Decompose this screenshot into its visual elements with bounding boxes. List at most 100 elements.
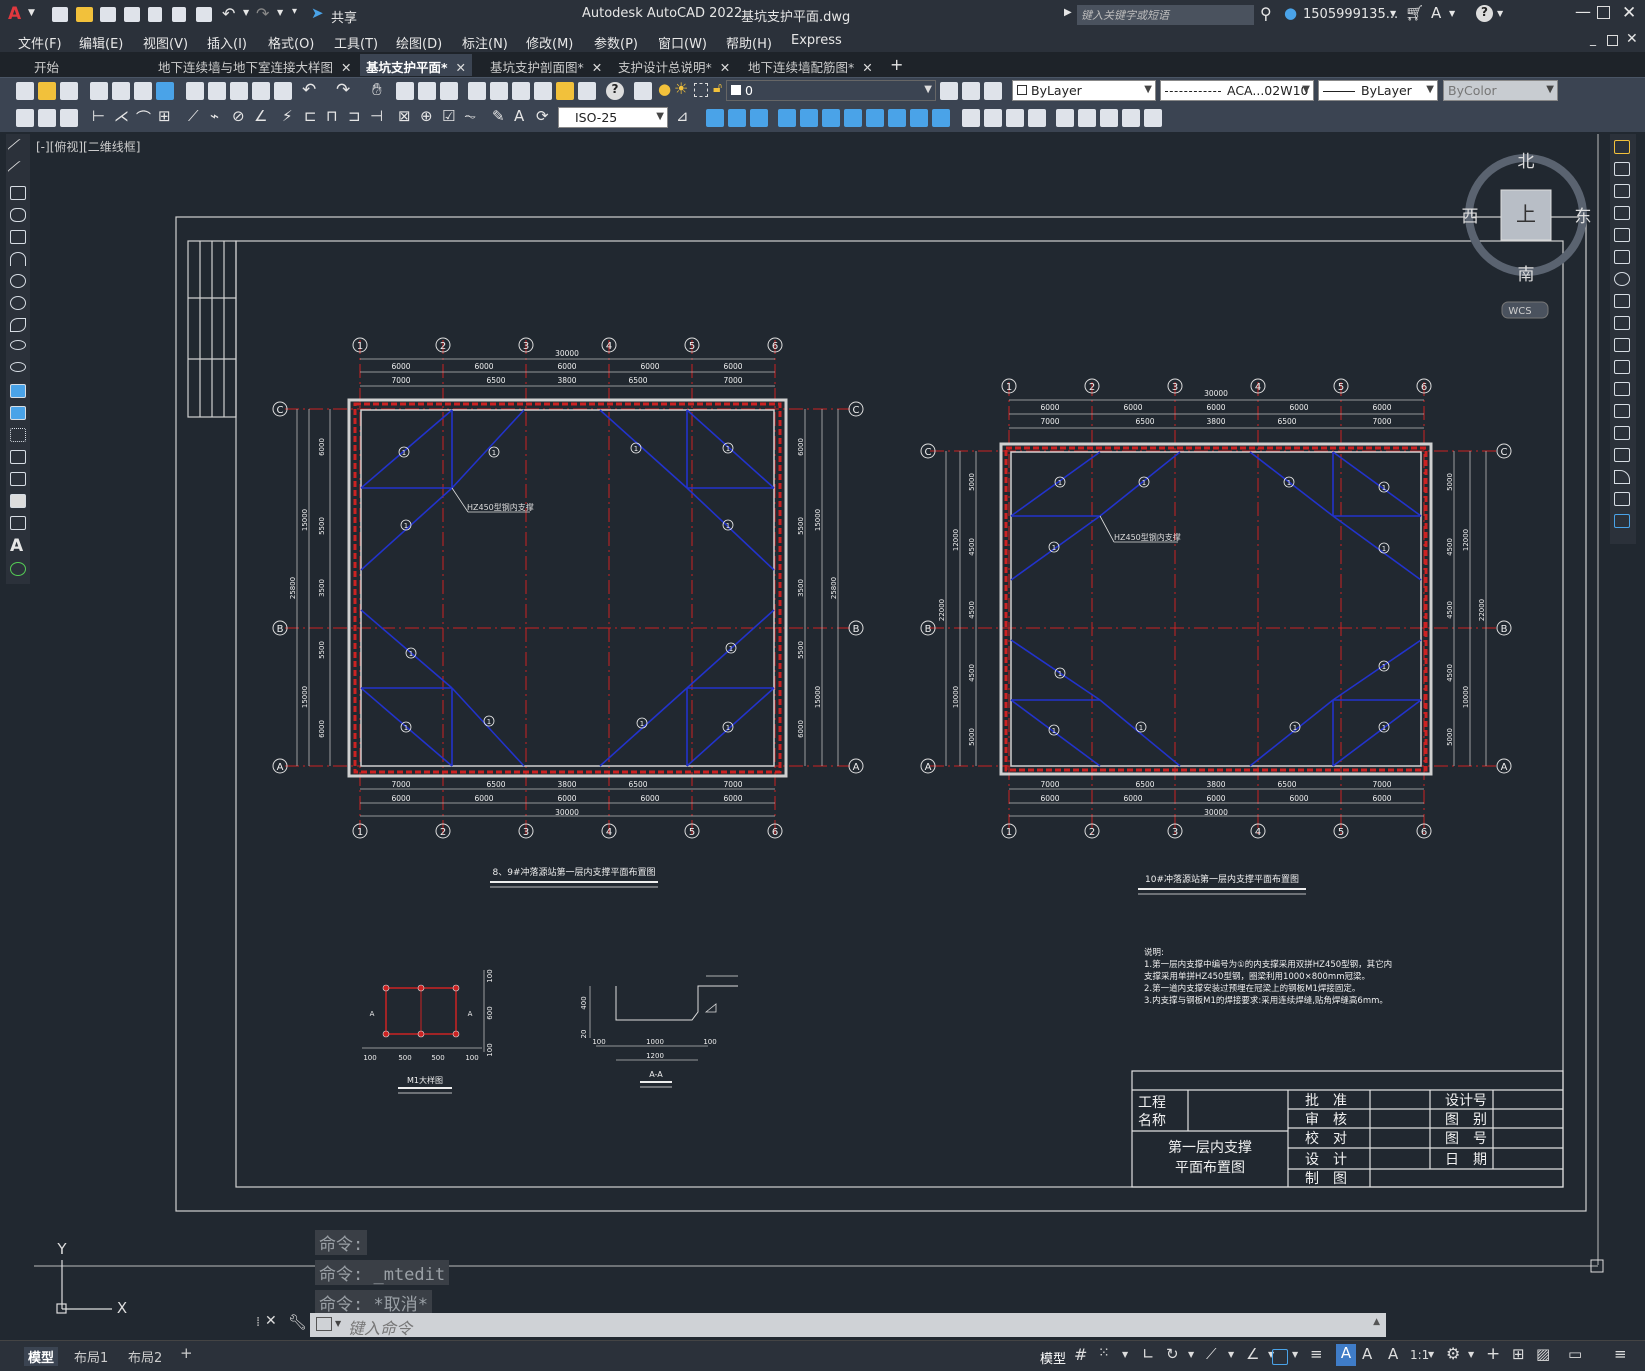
model-space-toggle[interactable]: 模型	[1040, 1348, 1066, 1367]
grid-icon[interactable]: #	[1074, 1345, 1087, 1364]
command-placeholder: 键入命令	[348, 1319, 413, 1338]
dim-text: 6000	[1123, 794, 1142, 803]
dim-text: 4500	[1446, 538, 1454, 556]
layout-tab-model[interactable]: 模型	[24, 1347, 59, 1366]
command-history-line: 命令: _mtedit	[315, 1260, 450, 1285]
axis-4: 4	[606, 827, 612, 838]
dim-text: 3500	[318, 579, 326, 597]
dim-text: 6000	[1123, 403, 1142, 412]
command-prompt-icon[interactable]	[316, 1317, 332, 1331]
dim-text: 4500	[968, 664, 976, 682]
axis-b: B	[853, 624, 860, 635]
notes-line: 支撑采用单拼HZ450型钢，圈梁利用1000×800mm冠梁。	[1144, 971, 1370, 982]
dim-text: 5000	[968, 473, 976, 491]
layout-tab-2[interactable]: 布局2	[128, 1347, 162, 1366]
dim-text: 7000	[723, 780, 742, 789]
drawing-canvas[interactable]: 1111 1 111 11 1 1 HZ450型钢内支撑 1 2 3 4 5 6 1 …	[0, 0, 1645, 1371]
isolate-objects-icon[interactable]: ▭	[1568, 1345, 1582, 1363]
svg-text:1: 1	[1139, 724, 1143, 732]
viewcube-north[interactable]: 北	[1518, 152, 1535, 172]
dim-text: 6500	[1277, 780, 1296, 789]
command-grip-icon[interactable]: ⁞	[256, 1315, 260, 1330]
axis-4: 4	[1255, 827, 1261, 838]
workspace-gear-icon[interactable]: ⚙	[1446, 1344, 1460, 1363]
annotation-scale-icon[interactable]: A	[1388, 1345, 1398, 1363]
dim-text: 4500	[1446, 664, 1454, 682]
annotation-scale-value[interactable]: 1:1	[1410, 1348, 1429, 1362]
svg-text:1: 1	[1142, 479, 1146, 487]
detail-m1: 100 500 500 100 100 600 100 A A M1大样图	[362, 969, 494, 1094]
plan-1: 1111 1 111 11 1 1 HZ450型钢内支撑 1 2 3 4 5 6 1 …	[272, 337, 864, 888]
axis-3: 3	[523, 341, 529, 352]
command-close-icon[interactable]: ✕	[265, 1313, 277, 1329]
notes-line: 3.内支撑与钢板M1的焊接要求:采用连续焊缝,贴角焊缝高6mm。	[1144, 995, 1388, 1006]
dim-text: 6000	[1040, 403, 1059, 412]
dim-text: 6000	[1289, 794, 1308, 803]
add-layout-icon[interactable]: +	[180, 1344, 193, 1362]
dim-text: 6000	[318, 438, 326, 456]
isodraft-icon[interactable]: ⟋	[1206, 1345, 1217, 1363]
role-label: 校 对	[1305, 1130, 1347, 1147]
chevron-down-icon[interactable]: ▼	[335, 1319, 341, 1328]
svg-text:1: 1	[1052, 544, 1056, 552]
customize-wrench-icon[interactable]: 🔧︎	[288, 1313, 307, 1331]
notes-heading: 说明:	[1144, 947, 1164, 958]
field-label: 日 期	[1445, 1152, 1487, 1168]
command-scroll-icon[interactable]: ▲	[1373, 1317, 1380, 1327]
ortho-icon[interactable]: ∟	[1142, 1345, 1155, 1363]
dim-text: 3800	[557, 780, 576, 789]
svg-text:1: 1	[726, 724, 730, 732]
polar-icon[interactable]: ↻	[1166, 1345, 1179, 1363]
chevron-down-icon[interactable]: ▼	[1228, 1350, 1234, 1359]
hardware-accel-icon[interactable]: ▨	[1536, 1345, 1550, 1363]
chevron-down-icon[interactable]: ▼	[1188, 1350, 1194, 1359]
viewcube-south[interactable]: 南	[1518, 265, 1535, 285]
dim-text: 7000	[1372, 780, 1391, 789]
dim-text: 6000	[1206, 403, 1225, 412]
dim-text: 6500	[628, 780, 647, 789]
svg-text:1: 1	[1058, 479, 1062, 487]
axis-2: 2	[1089, 827, 1095, 838]
dim-text: 30000	[555, 349, 579, 358]
object-snap-tracking-icon[interactable]: ∠	[1246, 1345, 1259, 1363]
svg-text:1: 1	[729, 645, 733, 653]
dim-text: 3800	[1206, 417, 1225, 426]
object-snap-icon[interactable]	[1272, 1349, 1288, 1365]
chevron-down-icon[interactable]: ▼	[1122, 1350, 1128, 1359]
chevron-down-icon[interactable]: ▼	[1292, 1350, 1298, 1359]
svg-text:1: 1	[1382, 545, 1386, 553]
axis-c: C	[925, 447, 932, 458]
dim-text: 30000	[1204, 808, 1228, 817]
wcs-menu[interactable]: WCS	[1508, 306, 1531, 317]
dim-text: 100	[363, 1054, 376, 1062]
axis-2: 2	[1089, 382, 1095, 393]
dim-text: 15000	[301, 686, 309, 708]
lineweight-icon[interactable]: ≡	[1310, 1345, 1323, 1363]
dim-text: 22000	[1478, 599, 1486, 621]
dim-text: 500	[398, 1054, 411, 1062]
snap-icon[interactable]: ⁙	[1098, 1345, 1110, 1361]
detail2-title: A-A	[649, 1070, 663, 1079]
chevron-down-icon[interactable]: ▼	[1468, 1350, 1474, 1359]
auto-scale-icon[interactable]: A	[1362, 1345, 1372, 1363]
annotation-visibility-icon[interactable]: A	[1336, 1344, 1356, 1366]
dim-text: 6000	[1040, 794, 1059, 803]
plan2-support-label: HZ450型钢内支撑	[1114, 532, 1181, 542]
notes: 说明: 1.第一层内支撑中编号为①的内支撑采用双拼HZ450型钢，其它内 支撑采…	[1144, 947, 1392, 1006]
dim-text: 30000	[1204, 389, 1228, 398]
annotation-monitor-icon[interactable]: +	[1486, 1344, 1500, 1364]
dim-text: 3500	[797, 579, 805, 597]
customize-status-icon[interactable]: ≡	[1614, 1345, 1627, 1363]
layout-tab-1[interactable]: 布局1	[74, 1347, 108, 1366]
dim-text: 500	[431, 1054, 444, 1062]
dim-text: 12000	[952, 529, 960, 551]
dim-text: 7000	[1040, 417, 1059, 426]
viewcube-east[interactable]: 东	[1575, 207, 1592, 227]
chevron-down-icon[interactable]: ▼	[1428, 1350, 1434, 1359]
command-input[interactable]: ▼ 键入命令 ▲	[310, 1313, 1386, 1338]
viewcube-top[interactable]: 上	[1516, 202, 1536, 226]
axis-6: 6	[1421, 382, 1427, 393]
units-icon[interactable]: ⊞	[1512, 1345, 1525, 1363]
viewcube-west[interactable]: 西	[1462, 207, 1479, 227]
axis-a: A	[925, 762, 932, 773]
